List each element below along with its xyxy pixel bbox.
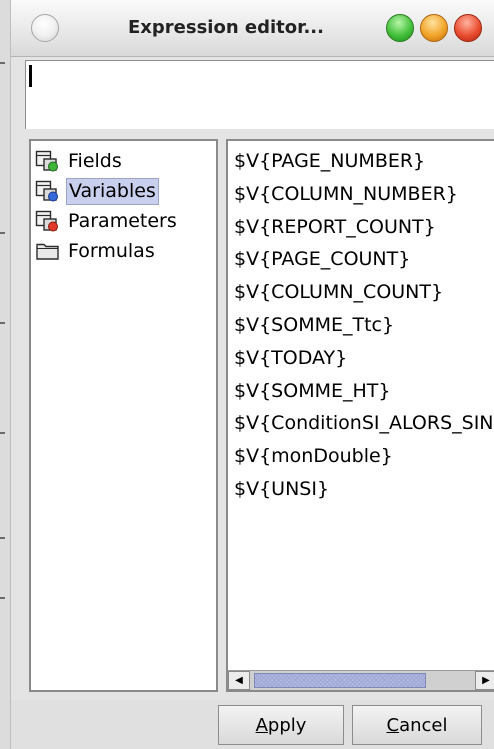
apply-button[interactable]: Apply — [218, 705, 344, 745]
list-item[interactable]: $V{TODAY} — [234, 342, 494, 375]
list-item[interactable]: $V{ConditionSI_ALORS_SINON} — [234, 407, 494, 440]
scroll-right-arrow-icon[interactable]: ▶ — [475, 671, 494, 690]
edge-tick — [0, 537, 5, 539]
window-title: Expression editor... — [128, 17, 324, 38]
button-bar: Apply Cancel — [11, 700, 494, 749]
tree-item-formulas[interactable]: Formulas — [35, 236, 157, 266]
folder-icon — [35, 240, 61, 262]
list-item[interactable]: $V{monDouble} — [234, 440, 494, 473]
tree-label-variables: Variables — [66, 177, 159, 205]
list-item[interactable]: $V{SOMME_Ttc} — [234, 309, 494, 342]
variables-icon — [35, 180, 61, 202]
title-bar[interactable]: Expression editor... — [11, 0, 494, 57]
expression-editor-window: Expression editor... Fields Variables Pa… — [11, 0, 494, 749]
variables-list-items: $V{PAGE_NUMBER} $V{COLUMN_NUMBER} $V{REP… — [234, 145, 494, 506]
tree-label-parameters: Parameters — [68, 209, 177, 232]
scroll-thumb[interactable] — [254, 673, 426, 688]
edge-tick — [0, 232, 5, 234]
window-menu-button[interactable] — [31, 14, 59, 42]
parameters-icon — [35, 210, 61, 232]
list-item[interactable]: $V{COLUMN_COUNT} — [234, 276, 494, 309]
variables-list[interactable]: $V{PAGE_NUMBER} $V{COLUMN_NUMBER} $V{REP… — [226, 139, 494, 692]
list-item[interactable]: $V{SOMME_HT} — [234, 375, 494, 408]
tree-item-variables[interactable]: Variables — [35, 176, 159, 206]
edge-tick — [0, 62, 5, 64]
apply-mnemonic: A — [255, 714, 268, 736]
fields-icon — [35, 150, 61, 172]
edge-tick — [0, 597, 5, 599]
cancel-label: ancel — [399, 714, 448, 736]
background-window-edge — [0, 0, 11, 749]
scroll-left-arrow-icon[interactable]: ◀ — [228, 671, 250, 690]
apply-label: pply — [267, 714, 307, 736]
tree-item-fields[interactable]: Fields — [35, 146, 124, 176]
list-item[interactable]: $V{PAGE_COUNT} — [234, 243, 494, 276]
horizontal-scrollbar[interactable]: ◀ ▶ — [228, 670, 494, 690]
category-tree[interactable]: Fields Variables Parameters Formulas — [29, 139, 218, 692]
list-item[interactable]: $V{PAGE_NUMBER} — [234, 145, 494, 178]
maximize-button[interactable] — [420, 14, 448, 42]
list-item[interactable]: $V{COLUMN_NUMBER} — [234, 178, 494, 211]
cancel-button[interactable]: Cancel — [352, 705, 482, 745]
cancel-mnemonic: C — [386, 714, 400, 736]
text-caret — [29, 65, 32, 87]
tree-item-parameters[interactable]: Parameters — [35, 206, 179, 236]
list-item[interactable]: $V{UNSI} — [234, 473, 494, 506]
tree-label-fields: Fields — [68, 149, 122, 172]
edge-tick — [0, 432, 5, 434]
tree-label-formulas: Formulas — [68, 239, 155, 262]
edge-tick — [0, 322, 5, 324]
list-item[interactable]: $V{REPORT_COUNT} — [234, 211, 494, 244]
minimize-button[interactable] — [386, 14, 414, 42]
expression-input[interactable] — [25, 60, 494, 129]
close-button[interactable] — [454, 14, 482, 42]
